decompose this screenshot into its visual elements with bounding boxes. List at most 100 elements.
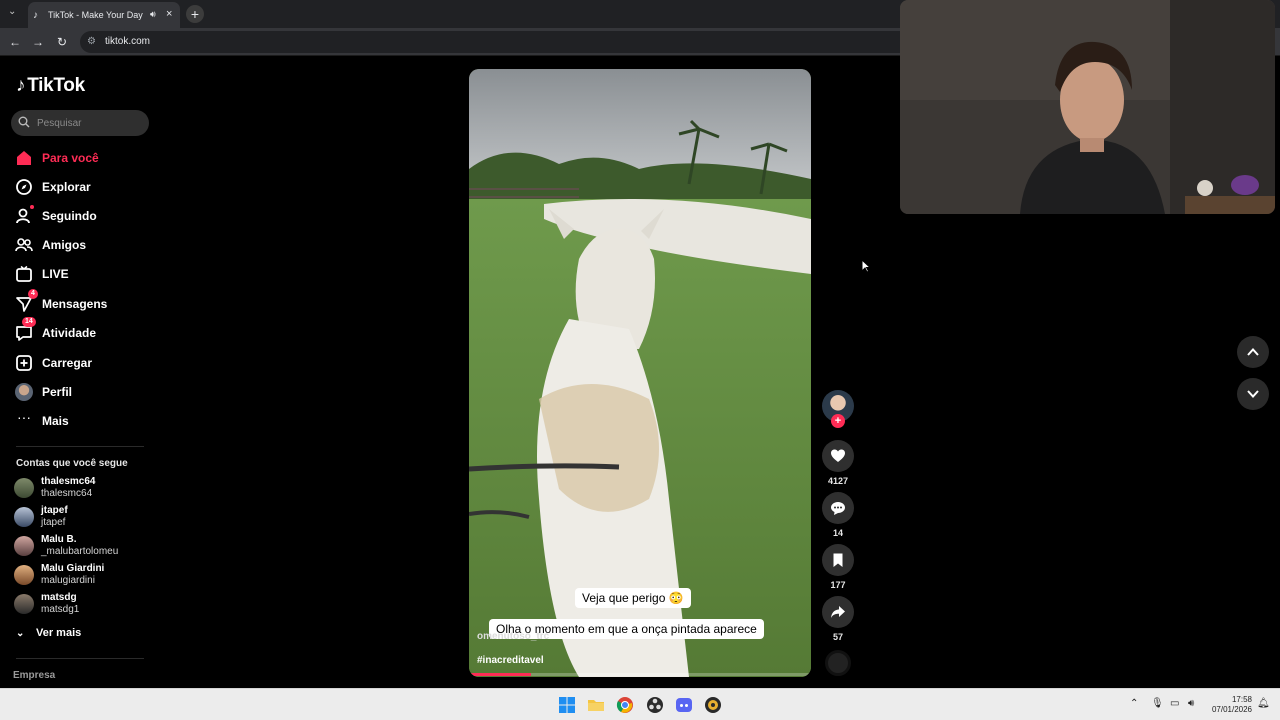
clock-time: 17:58 [1231, 695, 1252, 704]
see-more-button[interactable]: ⌄ Ver mais [16, 627, 81, 639]
video-hashtag[interactable]: #inacreditavel [477, 655, 544, 666]
network-icon[interactable]: ▭ [1170, 698, 1179, 709]
like-button[interactable] [822, 440, 854, 472]
caption-top: Veja que perigo 😳 [575, 588, 691, 608]
nav-live[interactable]: LIVE [10, 261, 150, 287]
nav-label: Perfil [42, 385, 73, 399]
logo-text: TikTok [27, 75, 85, 96]
live-icon [16, 265, 32, 282]
obs-icon[interactable] [646, 696, 664, 714]
microphone-icon[interactable]: 🎙︎ [1151, 698, 1164, 709]
avatar [14, 478, 34, 498]
following-account[interactable]: Malu B. _malubartolomeu [14, 534, 154, 560]
following-account[interactable]: matsdg matsdg1 [14, 592, 154, 618]
nav-mais[interactable]: ··· Mais [10, 408, 150, 434]
friends-icon [15, 238, 33, 252]
video-progress-fill [469, 673, 531, 676]
save-count: 177 [830, 580, 846, 590]
following-account[interactable]: jtapef jtapef [14, 505, 154, 531]
account-name: Malu B. [41, 534, 77, 545]
nav-label: Amigos [42, 238, 87, 252]
search-input[interactable] [37, 115, 143, 131]
next-video-button[interactable] [1237, 378, 1269, 410]
share-icon [831, 606, 845, 618]
video-frame [469, 69, 811, 677]
compass-icon [16, 179, 32, 195]
activity-badge: 14 [22, 317, 36, 327]
nav-explorar[interactable]: Explorar [10, 174, 150, 200]
back-icon[interactable]: ← [8, 35, 22, 49]
nav-mensagens[interactable]: 4 Mensagens [10, 289, 150, 317]
browser-tab[interactable]: ♪ TikTok - Make Your Day 🔊︎ × [28, 2, 180, 28]
share-button[interactable] [822, 596, 854, 628]
share-count: 57 [832, 632, 843, 642]
tiktok-favicon-icon: ♪ [33, 10, 38, 21]
discord-icon[interactable] [675, 696, 693, 714]
tab-search-icon[interactable]: ⌄ [8, 6, 16, 17]
nav-label: Seguindo [42, 209, 97, 223]
nav-para-voce[interactable]: Para você [10, 145, 150, 171]
system-clock[interactable]: 17:58 07/01/2026 [1206, 695, 1252, 715]
messages-badge: 4 [28, 289, 38, 299]
nav-amigos[interactable]: Amigos [10, 232, 150, 258]
site-info-icon[interactable]: ⚙ [87, 36, 96, 47]
chevron-up-icon [1247, 348, 1259, 356]
account-name: thalesmc64 [41, 476, 96, 487]
account-name: matsdg [41, 592, 77, 603]
following-account[interactable]: thalesmc64 thalesmc64 [14, 476, 154, 502]
account-handle: malugiardini [41, 575, 95, 586]
nav-label: Mensagens [42, 297, 108, 311]
tab-close-icon[interactable]: × [166, 8, 172, 20]
new-tab-button[interactable]: + [186, 5, 204, 23]
previous-video-button[interactable] [1237, 336, 1269, 368]
save-button[interactable] [822, 544, 854, 576]
video-player[interactable]: Veja que perigo 😳 Olha o momento em que … [469, 69, 811, 677]
windows-start-icon[interactable] [558, 696, 576, 714]
following-account[interactable]: Malu Giardini malugiardini [14, 563, 154, 589]
account-handle: thalesmc64 [41, 488, 93, 499]
nav-label: Para você [42, 151, 99, 165]
mouse-cursor-icon [861, 259, 871, 273]
reload-icon[interactable]: ↻ [55, 35, 69, 49]
nav-label: Carregar [42, 356, 93, 370]
video-username[interactable]: omenutoso_trc [477, 631, 549, 642]
divider [16, 446, 144, 447]
nav-perfil[interactable]: Perfil [10, 379, 150, 405]
video-progress-bar[interactable] [469, 673, 811, 676]
nav-atividade[interactable]: 14 Atividade [10, 317, 150, 346]
url-bar[interactable]: ⚙ tiktok.com [80, 31, 940, 53]
search-box[interactable] [11, 110, 149, 136]
nav-label: Explorar [42, 180, 91, 194]
account-name: Malu Giardini [41, 563, 105, 574]
upload-icon [16, 355, 32, 371]
divider [16, 658, 144, 659]
see-more-label: Ver mais [36, 627, 82, 639]
tiktok-note-icon: ♪ [16, 75, 26, 96]
bookmark-icon [833, 553, 843, 567]
speaker-icon[interactable]: 🔊︎ [150, 9, 156, 20]
notifications-icon[interactable]: 🔔︎ [1257, 698, 1270, 709]
following-section-title: Contas que você segue [16, 458, 128, 469]
avatar [14, 594, 34, 614]
forward-icon[interactable]: → [31, 35, 45, 49]
music-disc-icon[interactable] [825, 650, 851, 676]
chrome-icon[interactable] [616, 696, 634, 714]
volume-icon[interactable]: 🔊︎ [1188, 698, 1194, 709]
app-icon[interactable] [704, 696, 722, 714]
tab-title: TikTok - Make Your Day [48, 10, 143, 20]
nav-carregar[interactable]: Carregar [10, 350, 150, 376]
file-explorer-icon[interactable] [587, 696, 605, 714]
footer-link-empresa[interactable]: Empresa [13, 670, 55, 681]
following-dot [30, 205, 34, 209]
nav-seguindo[interactable]: Seguindo [10, 203, 150, 229]
avatar [14, 536, 34, 556]
chevron-down-icon [1247, 390, 1259, 398]
chevron-down-icon: ⌄ [16, 628, 25, 639]
heart-icon [831, 449, 845, 462]
tiktok-logo[interactable]: ♪ TikTok [16, 75, 85, 97]
comment-button[interactable] [822, 492, 854, 524]
nav-label: Atividade [42, 326, 97, 340]
tray-overflow-icon[interactable]: ⌃ [1130, 698, 1138, 709]
webcam-image [900, 0, 1275, 214]
follow-plus-icon[interactable]: + [831, 414, 845, 428]
